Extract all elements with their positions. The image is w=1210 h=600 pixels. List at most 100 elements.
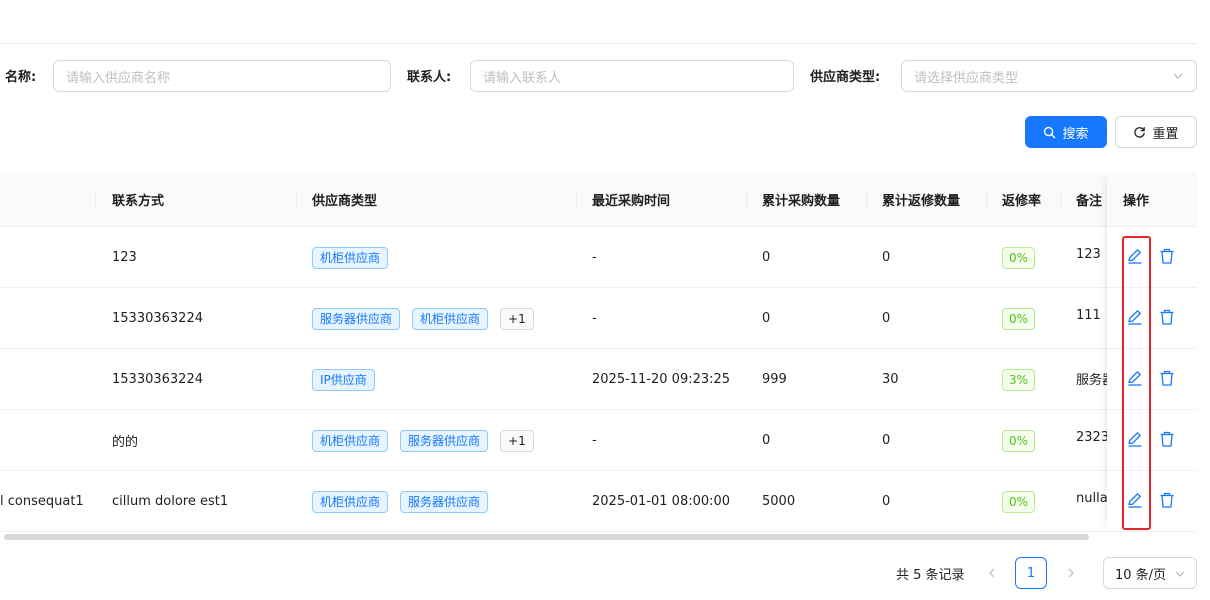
column-operation: 操作: [1107, 172, 1197, 227]
supplier-type-tag: 机柜供应商: [312, 246, 389, 269]
name-filter-label: 名称:: [5, 70, 37, 85]
repair-rate-cell: 3%: [1002, 349, 1058, 410]
supplier-type-tag: 机柜供应商: [412, 307, 489, 330]
repair-rate-tag: 3%: [1002, 368, 1036, 391]
supplier-type-cell: 机柜供应商 服务器供应商: [312, 471, 572, 532]
last-purchase-cell: -: [592, 250, 597, 265]
more-types-tag[interactable]: +1: [500, 307, 534, 330]
supplier-type-tag: 机柜供应商: [312, 490, 389, 513]
supplier-name-placeholder: 请输入供应商名称: [66, 70, 171, 86]
pagination-total: 共 5 条记录: [896, 568, 965, 583]
contact-name-cell: [8, 349, 94, 410]
remark-cell: 123: [1076, 247, 1101, 262]
edit-icon[interactable]: [1126, 491, 1144, 509]
column-separator: [1060, 190, 1061, 210]
edit-icon[interactable]: [1126, 247, 1144, 265]
repair-rate-cell: 0%: [1002, 471, 1058, 532]
remark-cell: 23232: [1076, 430, 1107, 445]
operation-cell: [1107, 349, 1197, 410]
column-separator: [576, 190, 577, 210]
supplier-type-cell: 机柜供应商 服务器供应商 +1: [312, 410, 572, 471]
table-row: 15330363224 服务器供应商 机柜供应商 +1 - 0 0 0% 111: [0, 288, 1197, 349]
supplier-type-select[interactable]: 请选择供应商类型: [901, 60, 1197, 92]
total-repair-cell: 30: [882, 372, 899, 387]
contact-method-cell: 的的: [112, 435, 139, 450]
reset-button-label: 重置: [1152, 126, 1179, 142]
operation-column: 操作: [1107, 172, 1197, 532]
column-total-repair: 累计返修数量: [882, 194, 961, 209]
chevron-down-icon: [1175, 571, 1185, 577]
page-size-value: 10 条/页: [1115, 567, 1167, 583]
remark-cell: 服务器: [1076, 373, 1107, 388]
repair-rate-cell: 0%: [1002, 410, 1058, 471]
delete-icon[interactable]: [1158, 369, 1176, 387]
repair-rate-cell: 0%: [1002, 227, 1058, 288]
column-separator: [746, 190, 747, 210]
supplier-type-cell: 机柜供应商: [312, 227, 572, 288]
supplier-type-tag: 服务器供应商: [400, 429, 489, 452]
reset-button[interactable]: 重置: [1115, 116, 1197, 148]
contact-method-cell: 15330363224: [112, 311, 203, 326]
supplier-list-page: 名称: 请输入供应商名称 联系人: 请输入联系人 供应商类型: 请选择供应商类型…: [0, 0, 1210, 600]
contact-person-input[interactable]: 请输入联系人: [470, 60, 794, 92]
search-icon: [1044, 126, 1056, 138]
edit-icon[interactable]: [1126, 430, 1144, 448]
operation-cell: [1107, 227, 1197, 288]
supplier-type-cell: 服务器供应商 机柜供应商 +1: [312, 288, 572, 349]
column-contact-method: 联系方式: [112, 194, 165, 209]
edit-icon[interactable]: [1126, 308, 1144, 326]
contact-name-cell: l consequat1: [0, 494, 84, 509]
total-repair-cell: 0: [882, 250, 891, 265]
column-repair-rate: 返修率: [1002, 194, 1042, 209]
reload-icon: [1134, 126, 1146, 138]
type-filter-label: 供应商类型:: [810, 70, 881, 85]
contact-filter-label: 联系人:: [407, 70, 452, 85]
contact-name-cell: [8, 227, 94, 288]
total-purchase-cell: 0: [762, 311, 771, 326]
column-total-purchase: 累计采购数量: [762, 194, 841, 209]
operation-cell: [1107, 410, 1197, 471]
horizontal-scrollbar-thumb[interactable]: [4, 534, 1089, 540]
chevron-down-icon: [1173, 73, 1183, 79]
last-purchase-cell: -: [592, 433, 597, 448]
more-types-tag[interactable]: +1: [500, 429, 534, 452]
column-remark: 备注: [1076, 194, 1103, 209]
contact-name-cell: [8, 288, 94, 349]
column-separator: [296, 190, 297, 210]
supplier-type-cell: IP供应商: [312, 349, 572, 410]
supplier-type-placeholder: 请选择供应商类型: [914, 70, 1019, 86]
top-divider: [0, 43, 1197, 44]
prev-page-icon[interactable]: [985, 566, 999, 580]
total-repair-cell: 0: [882, 494, 891, 509]
last-purchase-cell: -: [592, 311, 597, 326]
edit-icon[interactable]: [1126, 369, 1144, 387]
delete-icon[interactable]: [1158, 491, 1176, 509]
total-purchase-cell: 999: [762, 372, 787, 387]
search-button[interactable]: 搜索: [1025, 116, 1107, 148]
table-row: 123 机柜供应商 - 0 0 0% 123: [0, 227, 1197, 288]
page-size-select[interactable]: 10 条/页: [1103, 557, 1197, 589]
total-repair-cell: 0: [882, 311, 891, 326]
pagination-page[interactable]: 1: [1015, 557, 1047, 589]
column-separator: [866, 190, 867, 210]
table-row: 15330363224 IP供应商 2025-11-20 09:23:25 99…: [0, 349, 1197, 410]
column-separator: [986, 190, 987, 210]
next-page-icon[interactable]: [1064, 566, 1078, 580]
repair-rate-cell: 0%: [1002, 288, 1058, 349]
supplier-table: 联系方式 供应商类型 最近采购时间 累计采购数量 累计返修数量 返修率 备注 1…: [0, 172, 1197, 532]
remark-cell: 111: [1076, 308, 1101, 323]
delete-icon[interactable]: [1158, 430, 1176, 448]
repair-rate-tag: 0%: [1002, 490, 1036, 513]
total-purchase-cell: 5000: [762, 494, 796, 509]
total-purchase-cell: 0: [762, 250, 771, 265]
repair-rate-tag: 0%: [1002, 246, 1036, 269]
table-row: l consequat1 cillum dolore est1 机柜供应商 服务…: [0, 471, 1197, 532]
total-purchase-cell: 0: [762, 433, 771, 448]
supplier-name-input[interactable]: 请输入供应商名称: [53, 60, 391, 92]
delete-icon[interactable]: [1158, 247, 1176, 265]
last-purchase-cell: 2025-01-01 08:00:00: [592, 494, 731, 509]
operation-cell: [1107, 471, 1197, 532]
supplier-type-tag: 机柜供应商: [312, 429, 389, 452]
delete-icon[interactable]: [1158, 308, 1176, 326]
contact-method-cell: 123: [112, 250, 137, 265]
